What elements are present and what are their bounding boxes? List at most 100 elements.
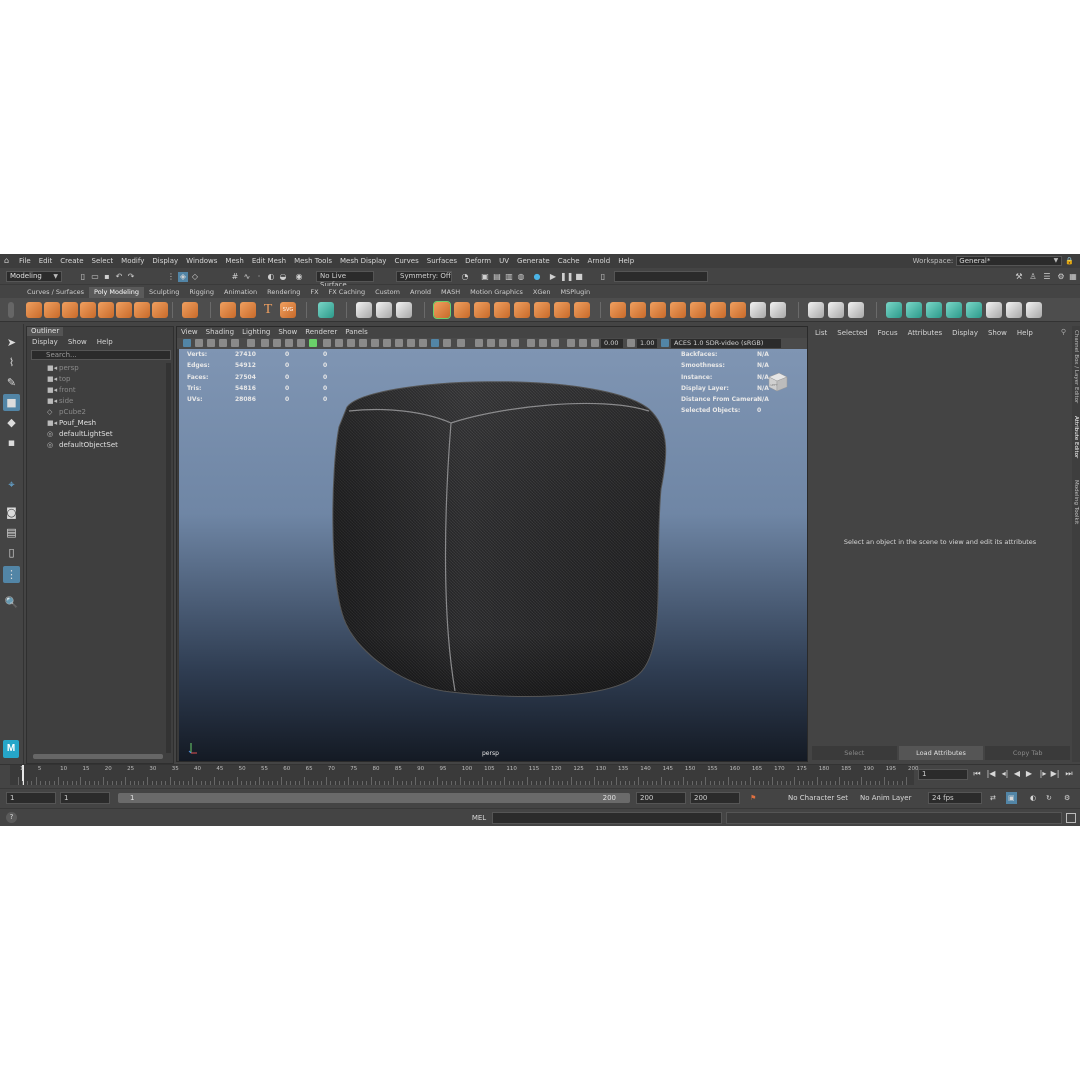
shelf-tab-msplugin[interactable]: MSPlugin xyxy=(556,287,596,298)
arnold-view-icon[interactable]: ▶ xyxy=(548,272,558,282)
shelf-tab-rigging[interactable]: Rigging xyxy=(184,287,219,298)
bookmark-icon[interactable] xyxy=(207,339,215,347)
viewport-menu-renderer[interactable]: Renderer xyxy=(301,327,341,338)
field-chart-icon[interactable] xyxy=(309,339,317,347)
cleanup-icon[interactable] xyxy=(986,302,1002,318)
four-view-icon[interactable]: ▯ xyxy=(3,544,20,561)
select-vertex-icon[interactable] xyxy=(886,302,902,318)
extrude-icon[interactable] xyxy=(610,302,626,318)
snap-surface-icon[interactable]: ◒ xyxy=(278,272,288,282)
outliner-menu-display[interactable]: Display xyxy=(27,337,63,347)
attribute-editor-tab[interactable]: Attribute Editor xyxy=(1072,416,1080,458)
manipulator-icon[interactable]: ⌖ xyxy=(3,476,20,493)
shelf-tab-arnold[interactable]: Arnold xyxy=(405,287,436,298)
menu-select[interactable]: Select xyxy=(88,257,118,265)
sweep-mesh-icon[interactable] xyxy=(220,302,236,318)
exposure-field[interactable]: 0.00 xyxy=(601,339,623,348)
smooth-shade-icon[interactable] xyxy=(359,339,367,347)
single-view-icon[interactable]: ◙ xyxy=(3,504,20,521)
select-hierarchy-icon[interactable]: ⋮ xyxy=(166,272,176,282)
motion-blur-icon[interactable] xyxy=(487,339,495,347)
multi-cut-icon[interactable] xyxy=(730,302,746,318)
playback-speed-icon[interactable]: ▣ xyxy=(1006,792,1017,804)
outliner-item[interactable]: ■◂ Pouf_Mesh xyxy=(47,418,96,429)
mirror-icon[interactable] xyxy=(474,302,490,318)
snap-together-icon[interactable] xyxy=(376,302,392,318)
render-settings-icon[interactable]: ▥ xyxy=(504,272,514,282)
shelf-tab-poly-modeling[interactable]: Poly Modeling xyxy=(89,287,144,298)
shelf-tab-mash[interactable]: MASH xyxy=(436,287,465,298)
play-forwards-icon[interactable]: ▶ xyxy=(1024,768,1034,780)
modeling-toolkit-icon[interactable]: ⚒ xyxy=(1014,272,1024,282)
paint-select-icon[interactable]: ✎ xyxy=(3,374,20,391)
character-set-dropdown[interactable]: No Character Set xyxy=(788,792,848,804)
component-icon[interactable] xyxy=(551,339,559,347)
color-space-dropdown[interactable]: ACES 1.0 SDR-video (sRGB) xyxy=(671,339,781,348)
shelf-tab-curves-surfaces[interactable]: Curves / Surfaces xyxy=(22,287,89,298)
super-shape-icon[interactable] xyxy=(182,302,198,318)
menu-generate[interactable]: Generate xyxy=(513,257,554,265)
menu-mesh-display[interactable]: Mesh Display xyxy=(336,257,390,265)
append-polygon-icon[interactable] xyxy=(650,302,666,318)
xray-icon[interactable] xyxy=(431,339,439,347)
zoom-icon[interactable]: 🔍 xyxy=(3,594,20,611)
persp-outliner-icon[interactable]: ⋮ xyxy=(3,566,20,583)
merge-icon[interactable] xyxy=(710,302,726,318)
menu-cache[interactable]: Cache xyxy=(554,257,584,265)
poly-plane-icon[interactable] xyxy=(116,302,132,318)
color-management-icon[interactable] xyxy=(661,339,669,347)
wireframe-on-shaded-icon[interactable] xyxy=(371,339,379,347)
menu-arnold[interactable]: Arnold xyxy=(584,257,615,265)
slide-edge-icon[interactable] xyxy=(848,302,864,318)
viewport-menu-shading[interactable]: Shading xyxy=(202,327,238,338)
menu-mesh-tools[interactable]: Mesh Tools xyxy=(290,257,336,265)
input-line-field[interactable] xyxy=(614,271,708,282)
rotate-tool-icon[interactable]: ◆ xyxy=(3,414,20,431)
menu-edit-mesh[interactable]: Edit Mesh xyxy=(248,257,290,265)
safe-title-icon[interactable] xyxy=(335,339,343,347)
step-back-frame-icon[interactable]: ◂| xyxy=(1000,768,1010,780)
stop-icon[interactable]: ■ xyxy=(574,272,584,282)
viewport-menu-lighting[interactable]: Lighting xyxy=(238,327,274,338)
outliner-vertical-scrollbar[interactable] xyxy=(166,363,171,753)
shelf-tab-xgen[interactable]: XGen xyxy=(528,287,556,298)
lock-icon[interactable]: 🔒 xyxy=(1065,257,1074,265)
menu-surfaces[interactable]: Surfaces xyxy=(423,257,461,265)
outliner-item[interactable]: ■◂ front xyxy=(47,385,76,396)
home-icon[interactable]: ⌂ xyxy=(4,257,12,265)
separate-icon[interactable] xyxy=(454,302,470,318)
script-language-button[interactable]: MEL xyxy=(468,812,490,824)
outliner-menu-show[interactable]: Show xyxy=(63,337,92,347)
move-tool-icon[interactable]: ■ xyxy=(3,394,20,411)
tool-settings-icon[interactable]: ⚙ xyxy=(1056,272,1066,282)
menu-help[interactable]: Help xyxy=(614,257,638,265)
shelf-tab-animation[interactable]: Animation xyxy=(219,287,262,298)
snap-grid-icon[interactable]: # xyxy=(230,272,240,282)
animation-end-field[interactable]: 200 xyxy=(690,792,740,804)
resolution-gate-icon[interactable] xyxy=(285,339,293,347)
snap-live-icon[interactable]: ◉ xyxy=(294,272,304,282)
select-edge-icon[interactable] xyxy=(906,302,922,318)
camera-attributes-icon[interactable] xyxy=(195,339,203,347)
go-to-end-icon[interactable]: ⏭ xyxy=(1064,768,1074,780)
mode-dropdown[interactable]: Modeling ▼ xyxy=(6,271,62,282)
shadows-icon[interactable] xyxy=(407,339,415,347)
snap-point-icon[interactable]: · xyxy=(254,272,264,282)
poly-cone-icon[interactable] xyxy=(80,302,96,318)
poly-torus-icon[interactable] xyxy=(98,302,114,318)
symmetry-icon[interactable] xyxy=(1006,302,1022,318)
lasso-tool-icon[interactable]: ⌇ xyxy=(3,354,20,371)
undo-icon[interactable]: ↶ xyxy=(114,272,124,282)
playback-end-field[interactable]: 200 xyxy=(636,792,686,804)
image-plane-icon[interactable] xyxy=(219,339,227,347)
menu-curves[interactable]: Curves xyxy=(390,257,422,265)
current-frame-field[interactable]: 1 xyxy=(918,769,968,780)
character-controls-icon[interactable]: ♙ xyxy=(1028,272,1038,282)
shelf-tab-fx-caching[interactable]: FX Caching xyxy=(324,287,371,298)
outliner-item[interactable]: ■◂ top xyxy=(47,374,70,385)
safe-action-icon[interactable] xyxy=(323,339,331,347)
curve-tool-icon[interactable] xyxy=(240,302,256,318)
snap-view-icon[interactable]: ◐ xyxy=(266,272,276,282)
attr-menu-display[interactable]: Display xyxy=(947,328,983,339)
reduce-icon[interactable] xyxy=(574,302,590,318)
